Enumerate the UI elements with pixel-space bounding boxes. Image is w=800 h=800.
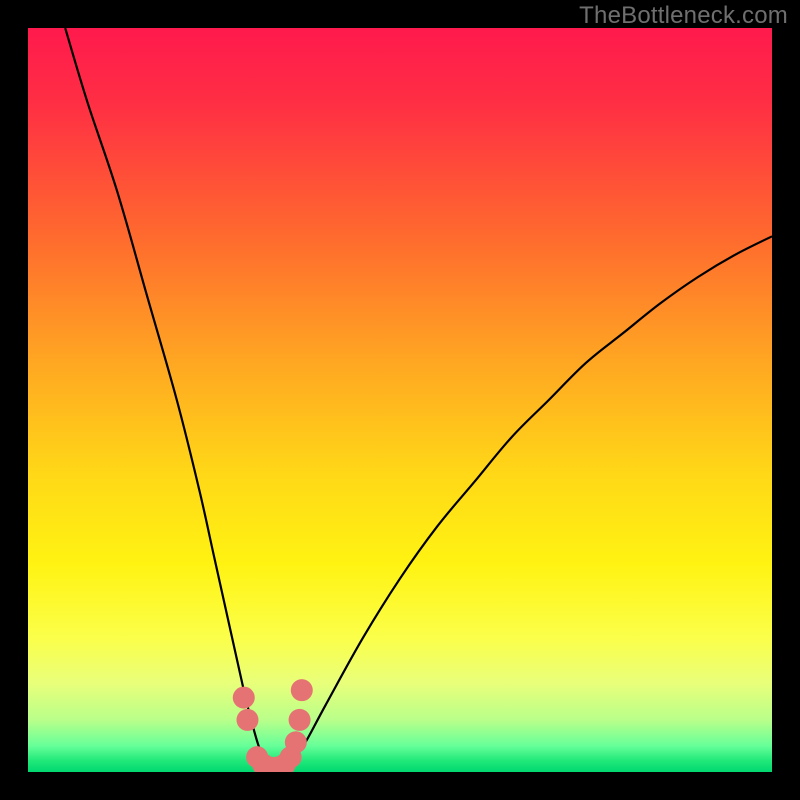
marker-point [285,731,307,753]
watermark-text: TheBottleneck.com [579,2,788,30]
curve-layer [28,28,772,772]
marker-point [236,709,258,731]
marker-group [233,679,313,772]
plot-area [28,28,772,772]
marker-point [291,679,313,701]
bottleneck-curve [65,28,772,770]
outer-frame: TheBottleneck.com [0,0,800,800]
marker-point [233,687,255,709]
marker-point [289,709,311,731]
